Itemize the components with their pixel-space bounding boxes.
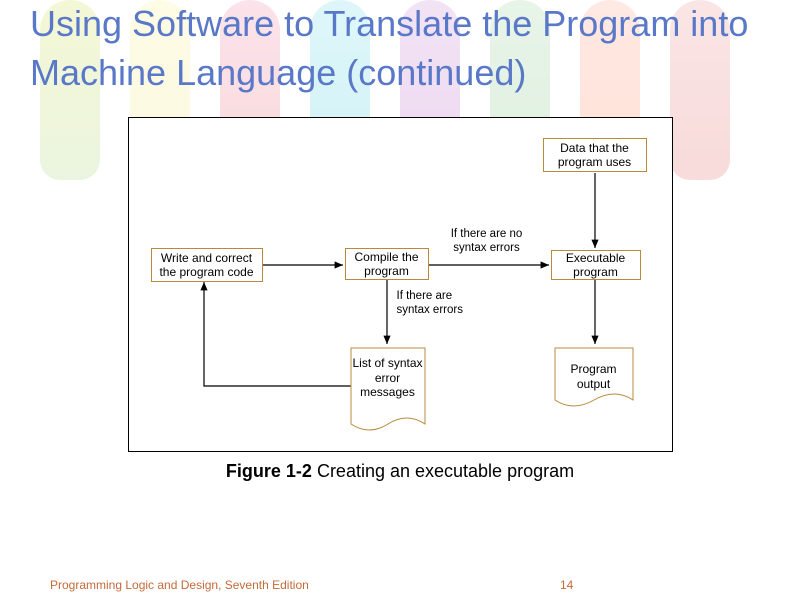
page-number: 14: [560, 578, 573, 592]
slide-title: Using Software to Translate the Program …: [0, 0, 800, 107]
edge-label-has-errors: If there are syntax errors: [397, 290, 477, 318]
node-write-code: Write and correct the program code: [151, 248, 263, 282]
flowchart-figure: Write and correct the program code Compi…: [128, 117, 673, 452]
node-executable: Executable program: [551, 250, 641, 280]
figure-label: Figure 1-2: [226, 461, 312, 481]
node-compile: Compile the program: [345, 248, 429, 280]
node-data: Data that the program uses: [543, 138, 647, 172]
figure-caption-text: Creating an executable program: [312, 461, 574, 481]
footer-source: Programming Logic and Design, Seventh Ed…: [50, 578, 309, 592]
node-program-output: Program output: [555, 356, 633, 391]
node-error-list: List of syntax error messages: [351, 350, 425, 399]
figure-caption: Figure 1-2 Creating an executable progra…: [0, 460, 800, 483]
edge-label-no-errors: If there are no syntax errors: [435, 228, 539, 256]
